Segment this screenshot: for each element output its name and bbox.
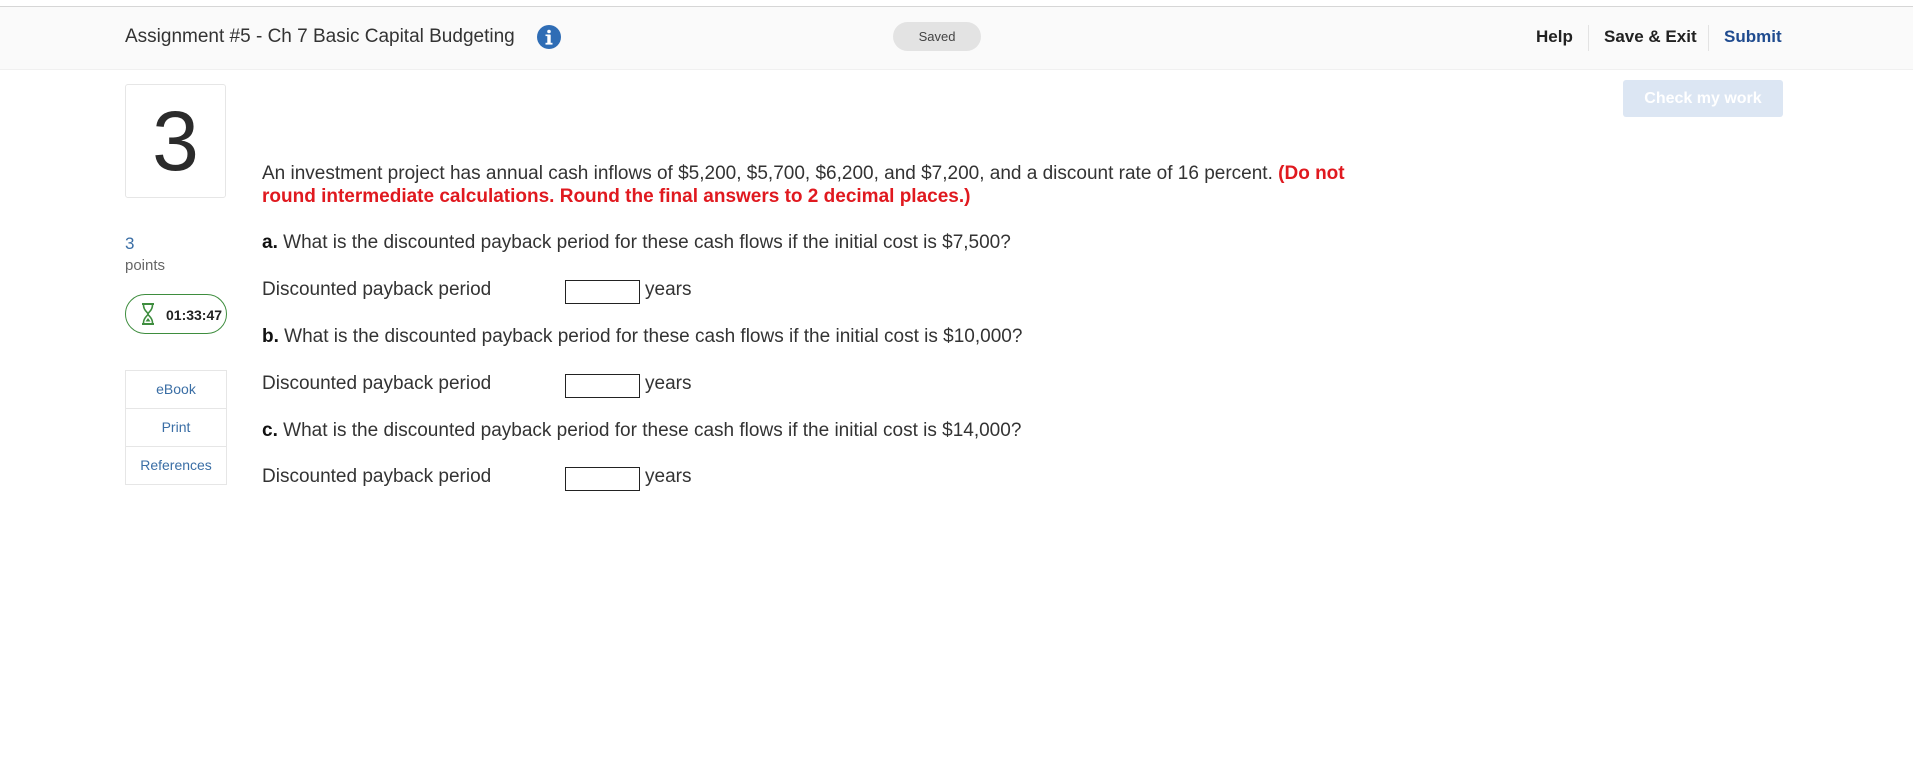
answer-input-a[interactable]: [565, 280, 640, 304]
part-text: What is the discounted payback period fo…: [283, 232, 1011, 253]
timer-text: 01:33:47: [166, 307, 223, 323]
answer-unit: years: [645, 373, 692, 394]
resource-links: eBook Print References: [125, 370, 227, 485]
timer-badge: 01:33:47: [125, 294, 227, 334]
part-letter: a.: [262, 232, 278, 253]
ebook-link[interactable]: eBook: [126, 371, 226, 409]
assignment-header: Assignment #5 - Ch 7 Basic Capital Budge…: [0, 7, 1913, 70]
answer-label: Discounted payback period: [262, 279, 492, 300]
part-b-question: b. What is the discounted payback period…: [262, 326, 1022, 348]
part-c-question: c. What is the discounted payback period…: [262, 420, 1021, 442]
answer-label: Discounted payback period: [262, 373, 492, 394]
answer-unit: years: [645, 279, 692, 300]
answer-input-b[interactable]: [565, 374, 640, 398]
saved-status-badge: Saved: [893, 22, 981, 51]
part-text: What is the discounted payback period fo…: [284, 326, 1023, 347]
save-exit-link[interactable]: Save & Exit: [1604, 27, 1697, 47]
answer-input-c[interactable]: [565, 467, 640, 491]
question-prompt: An investment project has annual cash in…: [262, 162, 1402, 208]
help-link[interactable]: Help: [1536, 27, 1573, 47]
part-letter: b.: [262, 326, 279, 347]
check-my-work-button[interactable]: Check my work: [1623, 80, 1783, 117]
part-text: What is the discounted payback period fo…: [283, 420, 1022, 441]
nav-divider: [1588, 25, 1589, 51]
points-value: 3: [125, 234, 135, 253]
part-letter: c.: [262, 420, 278, 441]
answer-unit: years: [645, 466, 692, 487]
references-link[interactable]: References: [126, 447, 226, 484]
nav-divider: [1708, 25, 1709, 51]
hourglass-icon: [142, 303, 154, 325]
question-number: 3: [125, 84, 226, 198]
answer-label: Discounted payback period: [262, 466, 492, 487]
points-label: points: [125, 257, 166, 274]
info-icon[interactable]: [536, 24, 562, 50]
print-link[interactable]: Print: [126, 409, 226, 447]
assignment-title: Assignment #5 - Ch 7 Basic Capital Budge…: [125, 26, 515, 47]
question-intro: An investment project has annual cash in…: [262, 163, 1273, 184]
submit-link[interactable]: Submit: [1724, 27, 1782, 47]
part-a-question: a. What is the discounted payback period…: [262, 232, 1011, 254]
